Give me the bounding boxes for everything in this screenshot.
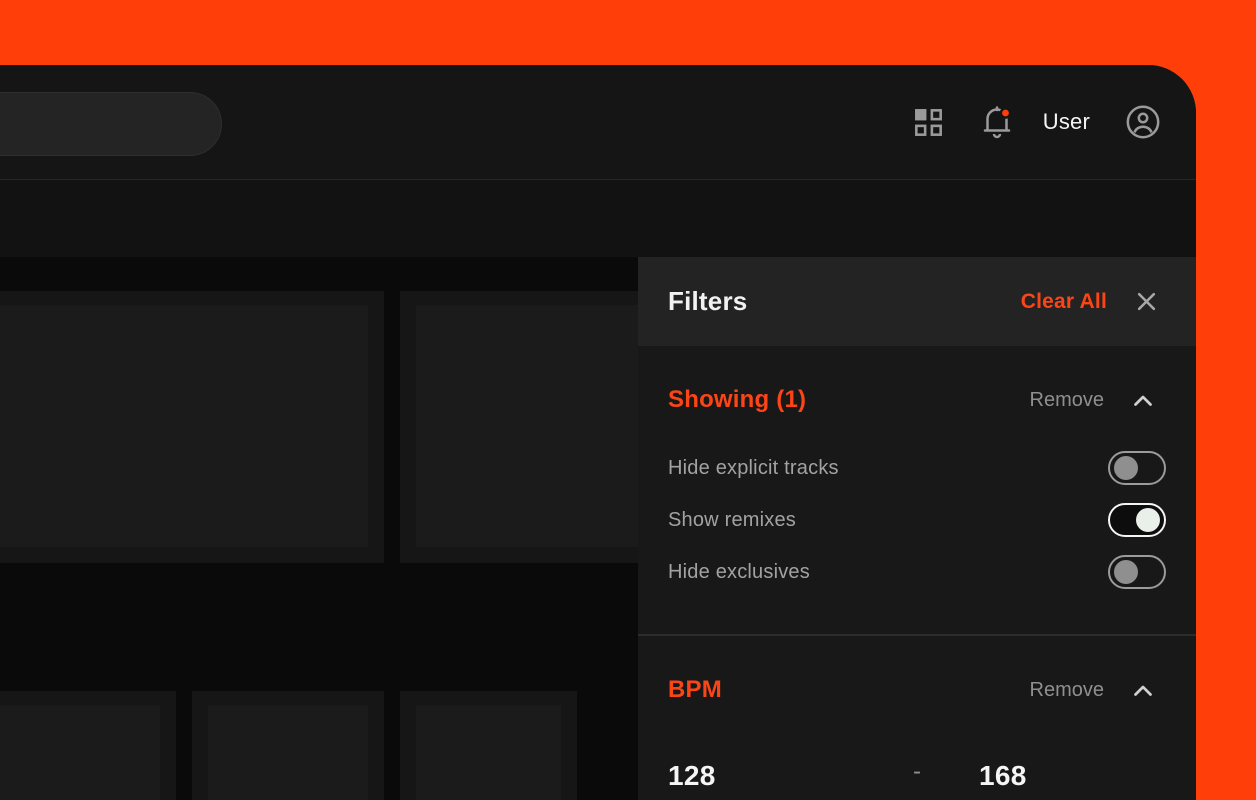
toggle-hide-exclusives[interactable] bbox=[1108, 555, 1166, 589]
skeleton-card bbox=[0, 691, 176, 800]
section-header: Showing (1) Remove bbox=[668, 346, 1166, 416]
header-icons: User bbox=[914, 65, 1160, 179]
filters-panel-header: Filters Clear All bbox=[638, 257, 1196, 346]
apps-grid-icon[interactable] bbox=[914, 108, 943, 137]
filters-panel: Filters Clear All Showing (1) Remove bbox=[638, 257, 1196, 800]
toggle-label: Show remixes bbox=[668, 509, 796, 532]
notification-dot bbox=[1001, 108, 1010, 117]
section-actions: Remove bbox=[1030, 389, 1156, 412]
bpm-max-value[interactable]: 168 bbox=[979, 760, 1027, 792]
notifications-bell-icon[interactable] bbox=[981, 105, 1013, 139]
app-header: User bbox=[0, 65, 1196, 180]
bpm-min-value[interactable]: 128 bbox=[668, 760, 716, 792]
toggle-label: Hide explicit tracks bbox=[668, 457, 839, 480]
toolbar-band bbox=[0, 180, 1196, 257]
content-area: Filters Clear All Showing (1) Remove bbox=[0, 257, 1196, 800]
skeleton-card-image bbox=[416, 705, 561, 800]
skeleton-card bbox=[0, 291, 384, 563]
bpm-range-separator: - bbox=[913, 758, 921, 786]
close-icon[interactable] bbox=[1135, 290, 1158, 313]
section-actions: Remove bbox=[1030, 679, 1156, 702]
toggle-row: Hide exclusives bbox=[668, 546, 1166, 598]
filter-section-bpm: BPM Remove bbox=[638, 636, 1196, 706]
bpm-range-row: 128 - 168 bbox=[638, 760, 1196, 794]
remove-button[interactable]: Remove bbox=[1030, 389, 1104, 412]
clear-all-button[interactable]: Clear All bbox=[1021, 290, 1107, 314]
filters-title: Filters bbox=[668, 286, 1021, 317]
user-avatar-icon[interactable] bbox=[1126, 105, 1160, 139]
filters-panel-body: Showing (1) Remove bbox=[638, 346, 1196, 800]
chevron-up-icon[interactable] bbox=[1130, 391, 1156, 410]
filter-section-showing: Showing (1) Remove bbox=[638, 346, 1196, 598]
toggle-knob bbox=[1136, 508, 1160, 532]
toggle-label: Hide exclusives bbox=[668, 561, 810, 584]
search-input[interactable] bbox=[0, 92, 222, 156]
skeleton-card bbox=[192, 691, 384, 800]
toggle-row: Hide explicit tracks bbox=[668, 442, 1166, 494]
toggle-knob bbox=[1114, 560, 1138, 584]
skeleton-card-image bbox=[0, 305, 368, 547]
skeleton-card-image bbox=[0, 705, 160, 800]
toggle-list: Hide explicit tracks Show remixes Hide e… bbox=[668, 442, 1166, 598]
skeleton-card-image bbox=[208, 705, 368, 800]
section-title: BPM bbox=[668, 676, 1030, 704]
toggle-hide-explicit-tracks[interactable] bbox=[1108, 451, 1166, 485]
user-menu-label[interactable]: User bbox=[1043, 109, 1090, 135]
section-header: BPM Remove bbox=[668, 636, 1166, 706]
skeleton-card bbox=[400, 691, 577, 800]
toggle-show-remixes[interactable] bbox=[1108, 503, 1166, 537]
toggle-knob bbox=[1114, 456, 1138, 480]
screen-background: User Filters Clear All bbox=[0, 0, 1256, 800]
chevron-up-icon[interactable] bbox=[1130, 681, 1156, 700]
remove-button[interactable]: Remove bbox=[1030, 679, 1104, 702]
toggle-row: Show remixes bbox=[668, 494, 1166, 546]
section-title: Showing (1) bbox=[668, 386, 1030, 414]
app-window: User Filters Clear All bbox=[0, 65, 1196, 800]
